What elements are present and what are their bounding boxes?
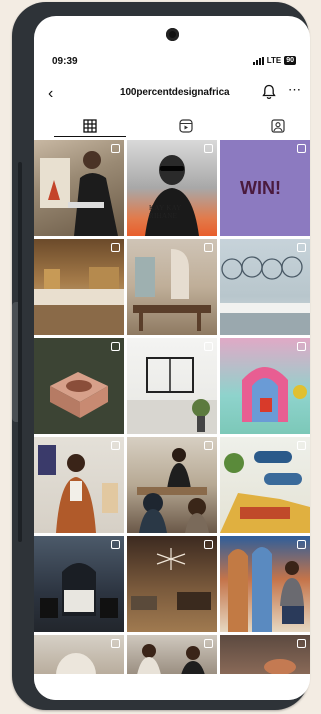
post-tile[interactable]: [127, 239, 217, 335]
phone-frame: 09:39 LTE 90 ‹ 100percentdesignafrica ⋯: [12, 2, 310, 710]
carousel-icon: [297, 144, 306, 153]
post-tile[interactable]: [34, 437, 124, 533]
carousel-icon: [297, 540, 306, 549]
post-tile[interactable]: [34, 536, 124, 632]
carousel-icon: [111, 243, 120, 252]
post-tile[interactable]: [34, 140, 124, 236]
post-tile[interactable]: [220, 239, 310, 335]
carousel-icon: [111, 342, 120, 351]
bottom-bar: [34, 674, 310, 700]
back-arrow-icon[interactable]: ‹: [48, 86, 53, 102]
post-win-text: WIN!: [240, 178, 281, 198]
carousel-icon: [204, 540, 213, 549]
carousel-icon: [297, 342, 306, 351]
post-tile[interactable]: [127, 635, 217, 675]
post-tile[interactable]: [34, 338, 124, 434]
tab-grid[interactable]: [44, 114, 136, 138]
carousel-icon: [111, 639, 120, 648]
tagged-icon: [271, 119, 285, 133]
carousel-icon: [297, 441, 306, 450]
phone-hinge: [18, 162, 22, 542]
signal-icon: [252, 56, 264, 65]
tab-tagged[interactable]: [232, 114, 310, 138]
post-tile[interactable]: [220, 338, 310, 434]
status-right: LTE 90: [252, 56, 296, 65]
phone-screen: 09:39 LTE 90 ‹ 100percentdesignafrica ⋯: [34, 16, 310, 700]
battery-icon: 90: [284, 56, 296, 65]
post-tile[interactable]: [127, 536, 217, 632]
carousel-icon: [204, 144, 213, 153]
post-tile[interactable]: KAY KAY RIHANE: [127, 140, 217, 236]
status-time: 09:39: [52, 56, 78, 67]
post-tile[interactable]: [220, 536, 310, 632]
profile-tabs: [34, 114, 310, 138]
carousel-icon: [204, 639, 213, 648]
reels-icon: [179, 119, 193, 133]
post-tile[interactable]: [127, 437, 217, 533]
profile-username: 100percentdesignafrica: [120, 87, 230, 98]
post-tile[interactable]: [220, 437, 310, 533]
post-caption-text: KAY KAY RIHANE: [149, 204, 182, 220]
tab-reels[interactable]: [140, 114, 232, 138]
post-tile[interactable]: WIN!: [220, 140, 310, 236]
carousel-icon: [111, 144, 120, 153]
carousel-icon: [297, 243, 306, 252]
carousel-icon: [297, 639, 306, 648]
carousel-icon: [204, 342, 213, 351]
front-camera: [166, 28, 179, 41]
more-options-icon[interactable]: ⋯: [288, 82, 302, 98]
network-label: LTE: [266, 56, 282, 65]
active-tab-indicator: [54, 136, 126, 137]
carousel-icon: [111, 540, 120, 549]
post-tile[interactable]: [220, 635, 310, 675]
bell-icon[interactable]: [262, 84, 276, 105]
profile-header: ‹ 100percentdesignafrica ⋯: [34, 82, 310, 106]
post-tile[interactable]: [34, 635, 124, 675]
post-tile[interactable]: [127, 338, 217, 434]
status-bar: 09:39 LTE 90: [34, 54, 310, 70]
carousel-icon: [204, 441, 213, 450]
grid-icon: [83, 119, 97, 133]
carousel-icon: [204, 243, 213, 252]
post-tile[interactable]: [34, 239, 124, 335]
carousel-icon: [111, 441, 120, 450]
